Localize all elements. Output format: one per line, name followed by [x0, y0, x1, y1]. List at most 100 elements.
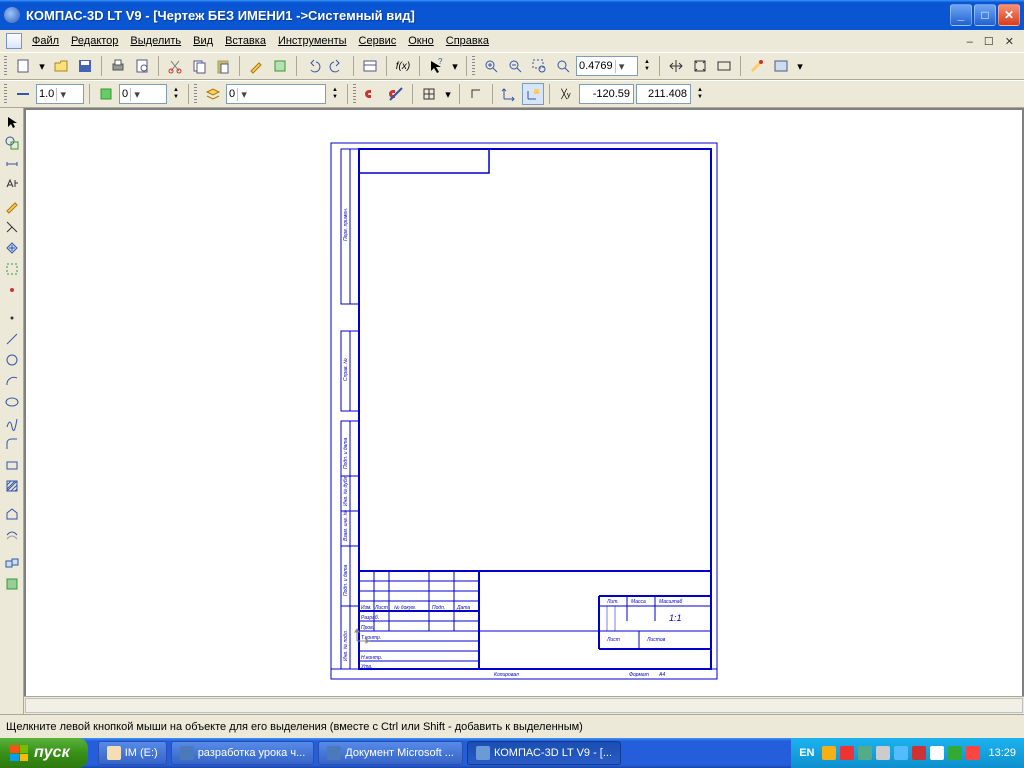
tool-library[interactable]	[2, 574, 22, 594]
tool-contour[interactable]	[2, 504, 22, 524]
tool-assembly[interactable]	[2, 553, 22, 573]
local-cs-toggle[interactable]	[522, 83, 544, 105]
coord-spin[interactable]: ▲▼	[693, 83, 707, 105]
tool-measure[interactable]	[2, 238, 22, 258]
save-button[interactable]	[74, 55, 96, 77]
menu-select[interactable]: Выделить	[124, 33, 187, 49]
tray-icon[interactable]	[930, 746, 944, 760]
tool-select[interactable]	[2, 112, 22, 132]
menu-tools[interactable]: Инструменты	[272, 33, 353, 49]
tool-dimensions[interactable]	[2, 154, 22, 174]
state-spin[interactable]: ▲▼	[169, 83, 183, 105]
menu-editor[interactable]: Редактор	[65, 33, 124, 49]
language-indicator[interactable]: EN	[799, 747, 814, 759]
tray-icon[interactable]	[822, 746, 836, 760]
taskbar-item-3[interactable]: КОМПАС-3D LT V9 - [...	[467, 741, 621, 765]
snap-toggle-button[interactable]	[361, 83, 383, 105]
ortho-button[interactable]	[465, 83, 487, 105]
manager-button[interactable]	[359, 55, 381, 77]
properties-button[interactable]	[245, 55, 267, 77]
coord-y-field[interactable]: 211.408	[636, 84, 691, 104]
pan-button[interactable]	[665, 55, 687, 77]
copy-props-button[interactable]	[269, 55, 291, 77]
tool-ellipse[interactable]	[2, 392, 22, 412]
horizontal-scrollbar[interactable]	[24, 696, 1024, 714]
variables-button[interactable]: f(x)	[392, 55, 414, 77]
layer-spin[interactable]: ▲▼	[328, 83, 342, 105]
redraw-button[interactable]	[746, 55, 768, 77]
menu-file[interactable]: Файл	[26, 33, 65, 49]
window-minimize-button[interactable]: _	[950, 4, 972, 26]
grid-button[interactable]	[418, 83, 440, 105]
window-close-button[interactable]: ✕	[998, 4, 1020, 26]
tray-icon[interactable]	[966, 746, 980, 760]
state-combo[interactable]: 0▾	[119, 84, 167, 104]
tray-icon[interactable]	[948, 746, 962, 760]
zoom-out-button[interactable]	[504, 55, 526, 77]
tool-hatch[interactable]	[2, 476, 22, 496]
tool-spline[interactable]	[2, 413, 22, 433]
menu-view[interactable]: Вид	[187, 33, 219, 49]
help-pointer-dropdown[interactable]: ▾	[449, 55, 461, 77]
tool-edit[interactable]	[2, 196, 22, 216]
menu-window[interactable]: Окно	[402, 33, 440, 49]
system-tray[interactable]: EN 13:29	[791, 738, 1024, 768]
tray-icon[interactable]	[894, 746, 908, 760]
taskbar-item-1[interactable]: разработка урока ч...	[171, 741, 315, 765]
layers-button[interactable]	[202, 83, 224, 105]
tool-rect[interactable]	[2, 455, 22, 475]
tray-icon[interactable]	[912, 746, 926, 760]
paste-button[interactable]	[212, 55, 234, 77]
zoom-fit-button[interactable]	[689, 55, 711, 77]
window-maximize-button[interactable]: □	[974, 4, 996, 26]
grid-dropdown[interactable]: ▾	[442, 83, 454, 105]
coord-x-field[interactable]: -120.59	[579, 84, 634, 104]
tool-arc[interactable]	[2, 371, 22, 391]
state-button[interactable]	[95, 83, 117, 105]
tool-select2[interactable]	[2, 259, 22, 279]
menu-service[interactable]: Сервис	[353, 33, 403, 49]
new-dropdown[interactable]: ▾	[36, 55, 48, 77]
zoom-in-button[interactable]	[480, 55, 502, 77]
taskbar-item-2[interactable]: Документ Microsoft ...	[318, 741, 463, 765]
refresh-dropdown[interactable]: ▾	[794, 55, 806, 77]
start-button[interactable]: пуск	[0, 738, 88, 768]
snap-off-button[interactable]	[385, 83, 407, 105]
tool-geometry[interactable]	[2, 133, 22, 153]
layer-combo[interactable]: 0▾	[226, 84, 326, 104]
tool-spec[interactable]	[2, 280, 22, 300]
tool-equidistant[interactable]	[2, 525, 22, 545]
redo-button[interactable]	[326, 55, 348, 77]
copy-button[interactable]	[188, 55, 210, 77]
tool-line[interactable]	[2, 329, 22, 349]
tray-icon[interactable]	[858, 746, 872, 760]
tool-fillet[interactable]	[2, 434, 22, 454]
menu-insert[interactable]: Вставка	[219, 33, 272, 49]
help-pointer-button[interactable]: ?	[425, 55, 447, 77]
cut-button[interactable]	[164, 55, 186, 77]
new-button[interactable]	[12, 55, 34, 77]
linestyle-button[interactable]	[12, 83, 34, 105]
tool-text[interactable]	[2, 175, 22, 195]
zoom-combo[interactable]: 0.4769▾	[576, 56, 638, 76]
zoom-window-button[interactable]	[528, 55, 550, 77]
tool-params[interactable]	[2, 217, 22, 237]
tool-circle[interactable]	[2, 350, 22, 370]
open-button[interactable]	[50, 55, 72, 77]
print-button[interactable]	[107, 55, 129, 77]
zoom-spin[interactable]: ▲▼	[640, 55, 654, 77]
mdi-buttons[interactable]: – ☐ ✕	[967, 35, 1018, 48]
tool-point[interactable]	[2, 308, 22, 328]
preview-button[interactable]	[131, 55, 153, 77]
zoom-all-button[interactable]	[713, 55, 735, 77]
tray-icon[interactable]	[876, 746, 890, 760]
local-cs-button[interactable]	[498, 83, 520, 105]
refresh-button[interactable]	[770, 55, 792, 77]
tray-icon[interactable]	[840, 746, 854, 760]
drawing-canvas[interactable]: Изм. Лист № докум. Подп. Дата Разраб. Пр…	[26, 110, 1022, 712]
linestyle-combo[interactable]: 1.0▾	[36, 84, 84, 104]
taskbar-item-0[interactable]: IM (E:)	[98, 741, 167, 765]
zoom-prev-button[interactable]	[552, 55, 574, 77]
menu-help[interactable]: Справка	[440, 33, 495, 49]
undo-button[interactable]	[302, 55, 324, 77]
